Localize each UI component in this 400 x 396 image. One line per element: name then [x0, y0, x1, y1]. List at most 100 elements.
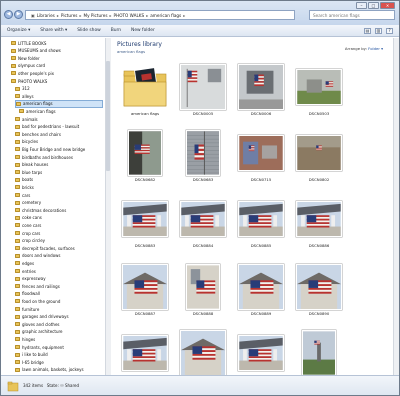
nav-tree-label: blue tarps: [22, 169, 43, 175]
photo-thumbnail[interactable]: [122, 330, 168, 375]
photo-image: [238, 335, 284, 371]
nav-tree-label: lawn animals, baskets, jockeys: [22, 367, 84, 373]
breadcrumb-separator-icon[interactable]: ▸: [183, 13, 185, 18]
breadcrumb-item[interactable]: american flags: [150, 13, 181, 18]
folder-thumbnail[interactable]: [122, 64, 168, 110]
new-folder-button[interactable]: New folder: [131, 28, 155, 33]
thumbnail-caption[interactable]: american flags: [116, 111, 174, 116]
nav-tree-label: bicycles: [22, 139, 39, 145]
thumbnail-caption[interactable]: DSCN0802: [290, 177, 348, 182]
nav-tree-label: expressway: [22, 276, 46, 282]
nav-tree-label: olympus card: [18, 63, 46, 69]
nav-scroll-thumb[interactable]: [106, 61, 110, 171]
arrange-by-value[interactable]: Folder ▾: [368, 46, 383, 51]
thumbnail-caption[interactable]: DSCN0890: [290, 311, 348, 316]
folder-icon: [15, 345, 20, 349]
photo-thumbnail[interactable]: [296, 130, 342, 176]
nav-tree-label: I-65 bridge: [22, 359, 44, 365]
nav-tree-label: hinges: [22, 336, 36, 342]
photo-thumbnail[interactable]: [180, 264, 226, 310]
photo-image: [180, 201, 226, 237]
arrange-by[interactable]: Arrange by: Folder ▾: [345, 46, 383, 51]
view-options-icon[interactable]: ▤: [364, 28, 371, 34]
folder-icon: [15, 276, 20, 281]
address-bar[interactable]: ▣ Libraries ▸ Pictures ▸ My Pictures ▸ PHOTO WA…: [25, 10, 295, 20]
photo-thumbnail[interactable]: [180, 64, 226, 110]
breadcrumb-separator-icon[interactable]: ▸: [57, 13, 59, 18]
search-box[interactable]: [309, 10, 395, 20]
breadcrumb-item[interactable]: Pictures: [61, 13, 78, 18]
nav-tree-label: hydrants, equipment: [22, 344, 64, 350]
photo-thumbnail[interactable]: [122, 264, 168, 310]
content-scrollbar[interactable]: [393, 38, 399, 375]
photo-thumbnail[interactable]: [296, 196, 342, 242]
photo-thumbnail[interactable]: [180, 130, 226, 176]
share-with-button[interactable]: Share with ▾: [40, 28, 67, 33]
breadcrumb-item[interactable]: PHOTO WALKS: [114, 13, 145, 18]
folder-icon: [15, 170, 20, 175]
thumbnail-caption[interactable]: DSCN0006: [232, 111, 290, 116]
thumbnail-caption[interactable]: DSCN0887: [116, 311, 174, 316]
search-input[interactable]: [313, 12, 387, 18]
folder-icon: [15, 329, 20, 334]
slide-show-button[interactable]: Slide show: [77, 28, 100, 33]
photo-image: [186, 130, 220, 176]
breadcrumb-item[interactable]: Libraries: [37, 13, 55, 18]
state-label: State:: [46, 383, 59, 388]
folder-icon: [15, 200, 20, 205]
nav-tree-label: other people's pix: [18, 70, 54, 76]
preview-pane-icon[interactable]: ▥: [375, 28, 382, 34]
thumbnail-caption[interactable]: DSCN0005: [174, 111, 232, 116]
thumbnail-caption[interactable]: DSCN0715: [232, 177, 290, 182]
folder-icon: [15, 147, 20, 152]
folder-icon: [15, 299, 20, 304]
close-icon[interactable]: ✕: [380, 2, 395, 9]
burn-button[interactable]: Burn: [111, 28, 121, 33]
photo-thumbnail[interactable]: [238, 130, 284, 176]
library-subtitle[interactable]: american flags: [117, 49, 145, 54]
photo-thumbnail[interactable]: [122, 130, 168, 176]
folder-icon: [11, 71, 16, 76]
forward-button[interactable]: ▶: [14, 10, 23, 19]
nav-tree-item[interactable]: lawn animals, baskets, jockeys: [15, 366, 103, 374]
photo-thumbnail[interactable]: [180, 196, 226, 242]
photo-image: [238, 64, 284, 110]
thumbnail-caption[interactable]: DSCN0683: [174, 177, 232, 182]
folder-icon: [15, 352, 20, 357]
thumbnail-caption[interactable]: DSCN0883: [116, 243, 174, 248]
photo-thumbnail[interactable]: [180, 330, 226, 375]
organize-button[interactable]: Organize ▾: [7, 28, 30, 33]
photo-thumbnail[interactable]: [296, 330, 342, 375]
thumbnail-caption[interactable]: DSCN0682: [116, 177, 174, 182]
window-controls: – □ ✕: [356, 2, 395, 9]
breadcrumb-separator-icon[interactable]: ▸: [79, 13, 81, 18]
photo-thumbnail[interactable]: [296, 264, 342, 310]
nav-tree-label: food on the ground: [22, 298, 61, 304]
back-button[interactable]: ◀: [4, 10, 13, 19]
nav-tree-label: alleys: [22, 93, 34, 99]
photo-image: [238, 264, 284, 310]
help-icon[interactable]: ?: [386, 28, 393, 34]
breadcrumb-item[interactable]: My Pictures: [84, 13, 108, 18]
folder-icon: [7, 381, 19, 392]
thumbnail-caption[interactable]: DSCN0889: [232, 311, 290, 316]
photo-thumbnail[interactable]: [238, 264, 284, 310]
photo-thumbnail[interactable]: [238, 330, 284, 375]
minimize-icon[interactable]: –: [356, 2, 367, 9]
photo-thumbnail[interactable]: [238, 64, 284, 110]
nav-tree-label: bleak houses: [22, 162, 49, 168]
thumbnail-caption[interactable]: DSCN0884: [174, 243, 232, 248]
thumbnail-caption[interactable]: DSCN0503: [290, 111, 348, 116]
thumbnail-caption[interactable]: DSCN0888: [174, 311, 232, 316]
nav-tree-label: Big Four Bridge and new bridge: [22, 146, 86, 152]
nav-tree-label: entries: [22, 268, 36, 274]
photo-thumbnail[interactable]: [122, 196, 168, 242]
folder-icon: [123, 67, 167, 107]
photo-thumbnail[interactable]: [238, 196, 284, 242]
breadcrumb-separator-icon[interactable]: ▸: [146, 13, 148, 18]
thumbnail-caption[interactable]: DSCN0885: [232, 243, 290, 248]
photo-thumbnail[interactable]: [296, 64, 342, 110]
thumbnail-caption[interactable]: DSCN0886: [290, 243, 348, 248]
maximize-icon[interactable]: □: [368, 2, 379, 9]
breadcrumb-separator-icon[interactable]: ▸: [110, 13, 112, 18]
